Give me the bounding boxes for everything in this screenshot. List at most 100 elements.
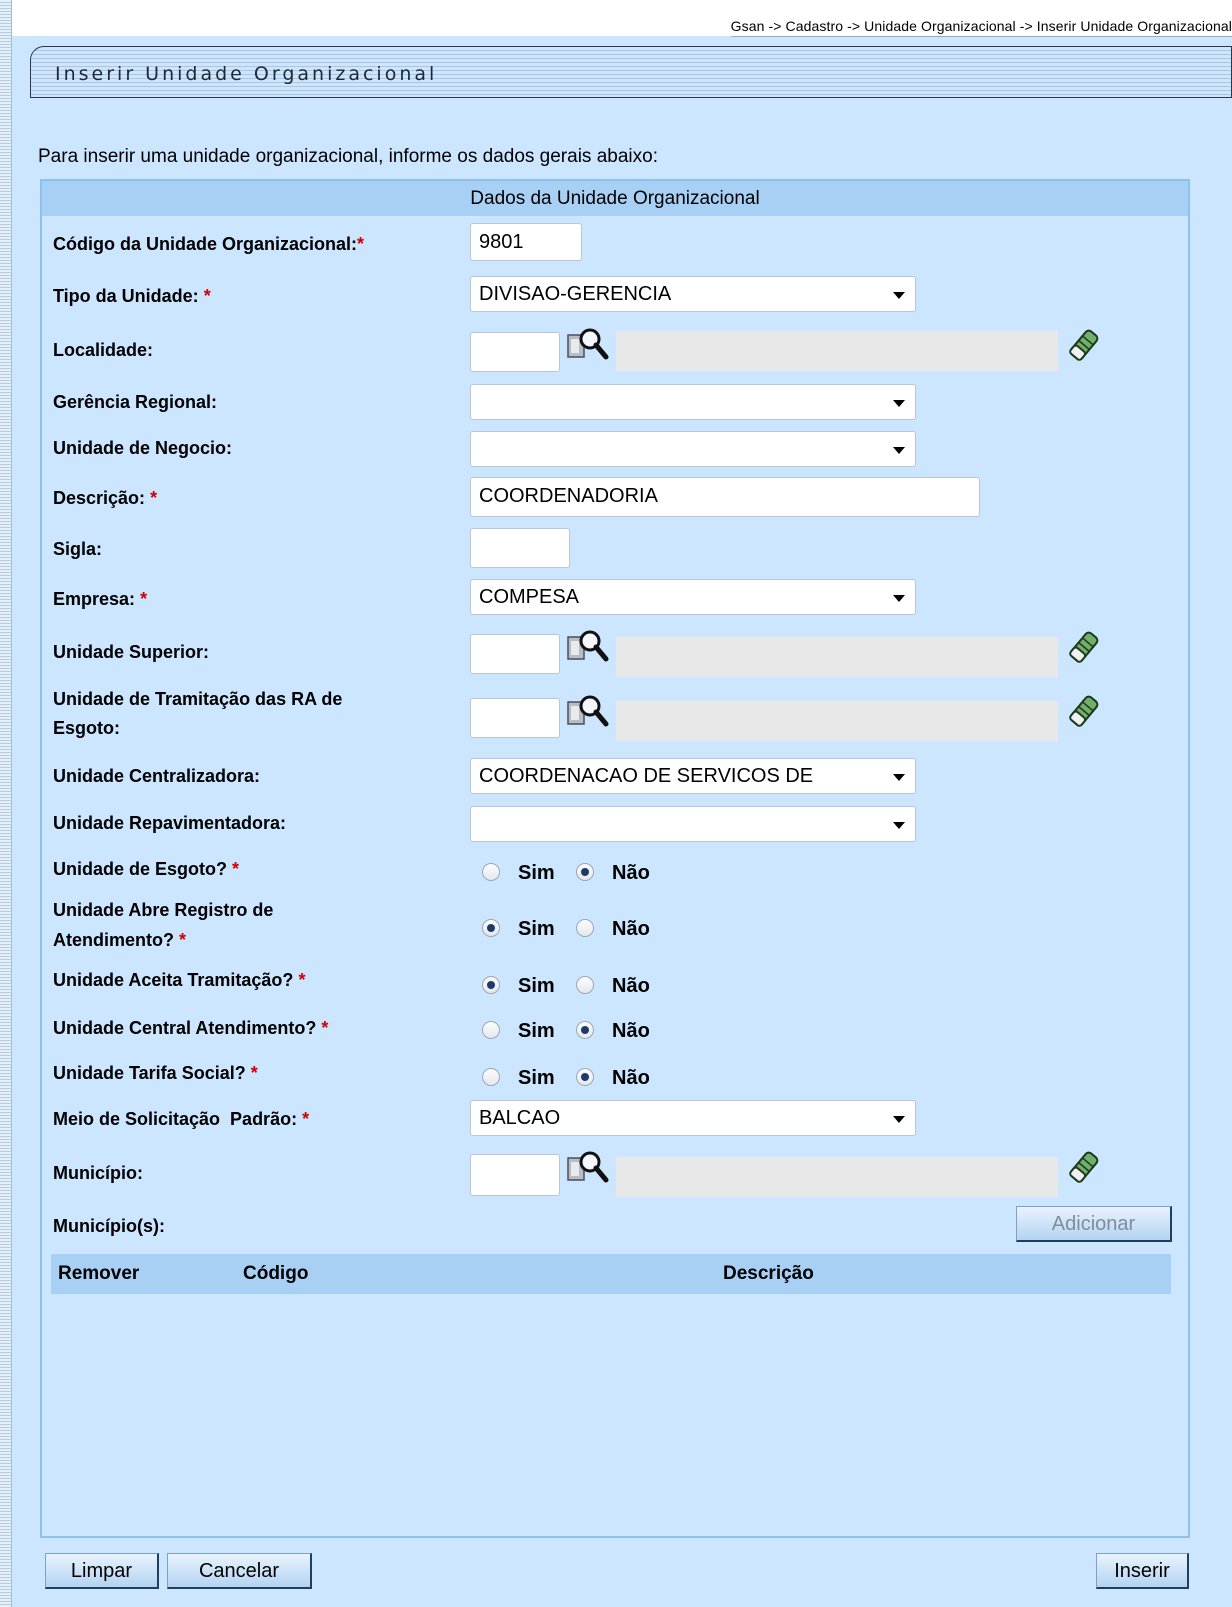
central-atendimento-sim-radio[interactable] — [482, 1021, 500, 1039]
tramitacao-description-box — [616, 701, 1058, 741]
breadcrumb-text: Gsan -> Cadastro -> Unidade Organizacion… — [730, 18, 1232, 34]
breadcrumb-rule — [730, 36, 1232, 37]
eraser-clear-icon[interactable] — [1066, 1149, 1102, 1185]
aceita-tramitacao-sim-label: Sim — [518, 975, 555, 997]
abre-registro-nao-radio[interactable] — [576, 919, 594, 937]
centralizadora-label: Unidade Centralizadora: — [53, 766, 261, 786]
empresa-label: Empresa: * — [53, 588, 147, 610]
meio-select[interactable]: BALCAO — [470, 1100, 916, 1136]
magnifier-search-icon[interactable] — [566, 327, 610, 363]
repavimentadora-label: Unidade Repavimentadora: — [53, 813, 287, 833]
chevron-down-icon — [893, 595, 905, 602]
superior-code-input[interactable] — [470, 634, 560, 674]
municipio-code-input[interactable] — [470, 1154, 560, 1196]
required-mark: * — [250, 1063, 258, 1083]
esgoto-sim-radio[interactable] — [482, 863, 500, 881]
required-mark: * — [298, 970, 306, 990]
abre-registro-sim-label: Sim — [518, 918, 555, 940]
sigla-input[interactable] — [470, 528, 570, 568]
required-mark: * — [357, 234, 365, 254]
tarifa-social-nao-label: Não — [612, 1067, 650, 1089]
aceita-tramitacao-sim-radio[interactable] — [482, 976, 500, 994]
descricao-label: Descrição: * — [53, 487, 157, 509]
municipios-table-header: Remover Código Descrição — [51, 1254, 1171, 1294]
localidade-code-input[interactable] — [470, 332, 560, 372]
page-title-bar: Inserir Unidade Organizacional — [30, 46, 1232, 98]
centralizadora-select-value: COORDENACAO DE SERVICOS DE — [479, 765, 814, 787]
column-descricao: Descrição — [723, 1263, 814, 1284]
tipo-select[interactable]: DIVISAO-GERENCIA — [470, 276, 916, 312]
abre-registro-label-text: Atendimento? — [53, 930, 174, 950]
descricao-input[interactable]: COORDENADORIA — [470, 477, 980, 517]
aceita-tramitacao-nao-radio[interactable] — [576, 976, 594, 994]
sigla-label: Sigla: — [53, 539, 103, 559]
central-atendimento-label: Unidade Central Atendimento? * — [53, 1017, 328, 1039]
required-mark: * — [150, 488, 158, 508]
tipo-select-value: DIVISAO-GERENCIA — [479, 283, 672, 305]
negocio-label: Unidade de Negocio: — [53, 438, 233, 458]
inserir-button[interactable]: Inserir — [1096, 1553, 1189, 1589]
codigo-input[interactable]: 9801 — [470, 223, 582, 261]
tramitacao-label-line1: Unidade de Tramitação das RA de — [53, 689, 343, 709]
column-remover: Remover — [58, 1263, 140, 1284]
centralizadora-select[interactable]: COORDENACAO DE SERVICOS DE — [470, 758, 916, 794]
municipio-label: Município: — [53, 1163, 143, 1183]
required-mark: * — [302, 1109, 310, 1129]
panel-header: Dados da Unidade Organizacional — [42, 181, 1188, 216]
chevron-down-icon — [893, 292, 905, 299]
municipios-label: Município(s): — [53, 1216, 165, 1236]
superior-description-box — [616, 637, 1058, 677]
chevron-down-icon — [893, 1116, 905, 1123]
magnifier-search-icon[interactable] — [566, 629, 610, 665]
aceita-tramitacao-label-text: Unidade Aceita Tramitação? — [53, 970, 294, 990]
eraser-clear-icon[interactable] — [1066, 327, 1102, 363]
breadcrumb: Gsan -> Cadastro -> Unidade Organizacion… — [730, 18, 1232, 37]
aceita-tramitacao-label: Unidade Aceita Tramitação? * — [53, 969, 305, 991]
tarifa-social-sim-radio[interactable] — [482, 1068, 500, 1086]
tramitacao-code-input[interactable] — [470, 698, 560, 738]
required-mark: * — [140, 589, 148, 609]
gerencia-select[interactable] — [470, 384, 916, 420]
magnifier-search-icon[interactable] — [566, 1150, 610, 1186]
tarifa-social-sim-label: Sim — [518, 1067, 555, 1089]
descricao-label-text: Descrição: — [53, 488, 146, 508]
cancelar-button[interactable]: Cancelar — [167, 1553, 312, 1589]
central-atendimento-nao-label: Não — [612, 1020, 650, 1042]
central-atendimento-nao-radio[interactable] — [576, 1021, 594, 1039]
empresa-label-text: Empresa: — [53, 589, 136, 609]
localidade-description-box — [616, 331, 1058, 371]
intro-text: Para inserir uma unidade organizacional,… — [38, 146, 658, 167]
empresa-select-value: COMPESA — [479, 586, 580, 608]
empresa-select[interactable]: COMPESA — [470, 579, 916, 615]
meio-select-value: BALCAO — [479, 1107, 561, 1129]
esgoto-nao-label: Não — [612, 862, 650, 884]
required-mark: * — [203, 286, 211, 306]
magnifier-search-icon[interactable] — [566, 694, 610, 730]
chevron-down-icon — [893, 447, 905, 454]
abre-registro-sim-radio[interactable] — [482, 919, 500, 937]
esgoto-nao-radio[interactable] — [576, 863, 594, 881]
eraser-clear-icon[interactable] — [1066, 693, 1102, 729]
adicionar-button[interactable]: Adicionar — [1016, 1206, 1172, 1242]
top-band: Gsan -> Cadastro -> Unidade Organizacion… — [12, 0, 1232, 37]
abre-registro-label-line2: Atendimento? * — [53, 929, 186, 951]
negocio-select[interactable] — [470, 431, 916, 467]
aceita-tramitacao-nao-label: Não — [612, 975, 650, 997]
tarifa-social-nao-radio[interactable] — [576, 1068, 594, 1086]
required-mark: * — [232, 859, 240, 879]
tramitacao-label-line2: Esgoto: — [53, 718, 120, 738]
column-codigo: Código — [243, 1263, 309, 1284]
page-title: Inserir Unidade Organizacional — [55, 63, 438, 85]
eraser-clear-icon[interactable] — [1066, 629, 1102, 665]
localidade-label: Localidade: — [53, 340, 154, 360]
abre-registro-nao-label: Não — [612, 918, 650, 940]
central-atendimento-label-text: Unidade Central Atendimento? — [53, 1018, 317, 1038]
repavimentadora-select[interactable] — [470, 806, 916, 842]
municipio-description-box — [616, 1157, 1058, 1197]
esgoto-sim-label: Sim — [518, 862, 555, 884]
tipo-label-text: Tipo da Unidade: — [53, 286, 199, 306]
codigo-label-text: Código da Unidade Organizacional: — [53, 234, 358, 254]
limpar-button[interactable]: Limpar — [45, 1553, 159, 1589]
esgoto-label-text: Unidade de Esgoto? — [53, 859, 228, 879]
chevron-down-icon — [893, 822, 905, 829]
